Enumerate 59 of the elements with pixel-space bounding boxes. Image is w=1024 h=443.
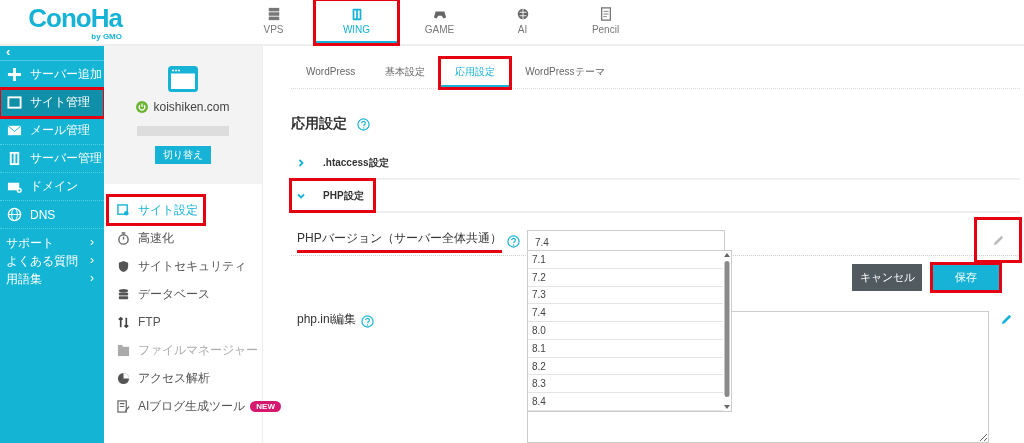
help-icon xyxy=(357,117,370,131)
nav-tab[interactable]: GAME xyxy=(398,0,481,44)
pencil-icon xyxy=(991,233,1005,247)
mail-icon xyxy=(7,123,22,138)
stopwatch-icon xyxy=(117,231,130,245)
chevron-down-icon xyxy=(297,191,305,200)
settings-tab[interactable]: WordPressテーマ xyxy=(510,58,620,88)
site-menu-item[interactable]: 高速化 xyxy=(108,224,180,252)
plus-icon xyxy=(7,67,22,82)
cancel-button[interactable]: キャンセル xyxy=(852,264,922,291)
globe-icon xyxy=(7,207,22,222)
nav-tab[interactable]: VPS xyxy=(232,0,315,44)
server-icon xyxy=(266,6,281,21)
window-icon xyxy=(7,95,22,110)
site-menu-item[interactable]: アクセス解析 xyxy=(108,364,216,392)
browser-window-icon xyxy=(168,66,198,92)
folder-icon xyxy=(117,343,130,357)
edit-button[interactable] xyxy=(976,219,1020,261)
dropdown-option[interactable]: 8.3 xyxy=(528,375,723,394)
sidebar-item[interactable]: サイト管理 xyxy=(0,89,104,117)
dropdown-option[interactable]: 7.1 xyxy=(528,251,723,269)
site-menu-item[interactable]: サイトセキュリティ xyxy=(108,252,252,280)
pencil-icon xyxy=(999,313,1013,326)
accordion-header[interactable]: PHP設定 xyxy=(291,180,374,211)
shield-icon xyxy=(117,259,130,273)
accordion-header[interactable]: .htaccess設定 xyxy=(291,147,399,178)
section-heading: 応用設定 xyxy=(291,115,347,133)
dropdown-option[interactable]: 8.1 xyxy=(528,339,723,358)
settings-tab[interactable]: WordPress xyxy=(291,58,371,88)
edit-button[interactable] xyxy=(999,313,1013,327)
document-pen-icon xyxy=(117,399,130,413)
database-icon xyxy=(117,287,130,301)
transfer-arrows-icon xyxy=(117,315,130,329)
nav-tab[interactable]: Pencil xyxy=(564,0,647,44)
settings-tab[interactable]: 基本設定 xyxy=(370,58,441,88)
help-icon xyxy=(361,314,375,328)
dropdown-option[interactable]: 8.2 xyxy=(528,357,723,376)
domain-name: koishiken.com xyxy=(153,100,230,114)
dropdown-option[interactable]: 7.3 xyxy=(528,286,723,305)
field-label: PHPバージョン（サーバー全体共通） xyxy=(297,230,502,253)
gear-document-icon xyxy=(117,203,130,217)
dropdown-option[interactable]: 8.0 xyxy=(528,322,723,340)
power-icon xyxy=(136,101,149,113)
site-menu-item[interactable]: データベース xyxy=(108,280,216,308)
field-label: php.ini編集 xyxy=(297,311,357,328)
site-menu-item[interactable]: FTP xyxy=(108,308,167,336)
logo-subtitle: by GMO xyxy=(91,31,122,41)
dropdown-option[interactable]: 7.4 xyxy=(528,304,723,323)
site-menu-item[interactable]: AIブログ生成ツール NEW xyxy=(108,392,287,420)
new-badge: NEW xyxy=(250,400,281,412)
brain-icon xyxy=(515,6,530,21)
nav-tab[interactable]: AI xyxy=(481,0,564,44)
building-icon xyxy=(7,151,22,166)
dropdown-option[interactable]: 7.2 xyxy=(528,268,723,287)
notepad-icon xyxy=(598,6,613,21)
help-icon xyxy=(506,235,520,248)
dropdown-option[interactable]: 8.4 xyxy=(528,393,723,412)
pie-chart-icon xyxy=(117,371,130,385)
chevron-right-icon xyxy=(297,158,305,167)
